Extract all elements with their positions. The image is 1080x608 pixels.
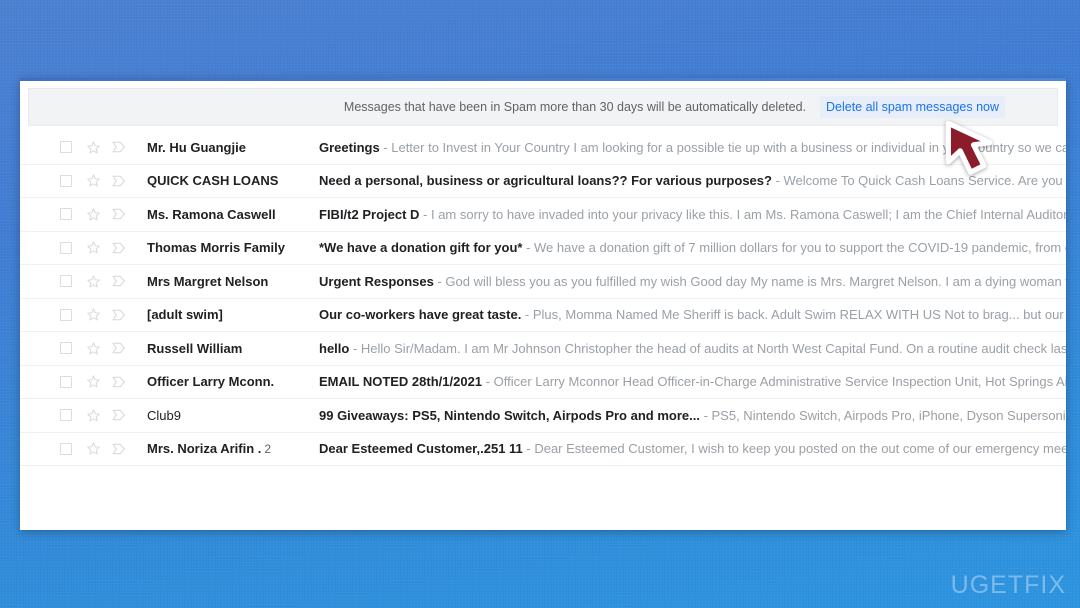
message-preview: Our co-workers have great taste. - Plus,…: [319, 307, 1066, 322]
message-preview: 99 Giveaways: PS5, Nintendo Switch, Airp…: [319, 408, 1066, 423]
message-row[interactable]: Club9 99 Giveaways: PS5, Nintendo Switch,…: [20, 399, 1066, 433]
important-marker-icon[interactable]: [108, 241, 130, 255]
checkbox-icon[interactable]: [56, 275, 76, 288]
message-row[interactable]: Officer Larry Mconn. EMAIL NOTED 28th/1/2…: [20, 365, 1066, 399]
checkbox-icon[interactable]: [56, 141, 76, 154]
mail-client-window: Messages that have been in Spam more tha…: [20, 78, 1066, 530]
star-icon[interactable]: [82, 408, 104, 423]
message-subject: hello: [319, 340, 350, 356]
star-icon[interactable]: [82, 207, 104, 222]
message-preview: Urgent Responses - God will bless you as…: [319, 274, 1066, 289]
message-row[interactable]: Mrs Margret Nelson Urgent Responses - God…: [20, 265, 1066, 299]
message-sender: Mr. Hu Guangjie: [147, 139, 246, 155]
ugetfix-watermark: UGETFIX: [950, 571, 1066, 599]
star-icon[interactable]: [82, 274, 104, 289]
message-row[interactable]: Ms. Ramona Caswell FIBI/t2 Project D - I …: [20, 198, 1066, 232]
spam-retention-banner: Messages that have been in Spam more tha…: [28, 88, 1058, 126]
important-marker-icon[interactable]: [108, 274, 130, 288]
message-sender: QUICK CASH LOANS: [147, 173, 279, 189]
important-marker-icon[interactable]: [108, 174, 130, 188]
delete-all-spam-link[interactable]: Delete all spam messages now: [820, 96, 1005, 118]
message-snippet: - PS5, Nintendo Switch, Airpods Pro, iPh…: [703, 407, 1066, 423]
message-preview: Need a personal, business or agricultura…: [319, 173, 1066, 188]
star-icon[interactable]: [82, 240, 104, 255]
important-marker-icon[interactable]: [108, 140, 130, 154]
message-sender: Mrs. Noriza Arifin .2: [147, 441, 272, 457]
message-sender: Mrs Margret Nelson: [147, 273, 269, 289]
star-icon[interactable]: [82, 173, 104, 188]
star-icon[interactable]: [82, 341, 104, 356]
star-icon[interactable]: [82, 140, 104, 155]
message-snippet: - Dear Esteemed Customer, I wish to keep…: [526, 441, 1066, 457]
message-snippet: - I am sorry to have invaded into your p…: [423, 206, 1066, 222]
message-snippet: - God will bless you as you fulfilled my…: [437, 273, 1066, 289]
important-marker-icon[interactable]: [108, 408, 130, 422]
message-subject: EMAIL NOTED 28th/1/2021: [319, 374, 483, 390]
message-snippet: - Plus, Momma Named Me Sheriff is back. …: [524, 307, 1066, 323]
message-row[interactable]: Mr. Hu Guangjie Greetings - Letter to Inv…: [20, 131, 1066, 165]
message-sender: Club9: [147, 407, 181, 423]
message-snippet: - Letter to Invest in Your Country I am …: [383, 139, 1066, 155]
checkbox-icon[interactable]: [56, 241, 76, 254]
checkbox-icon[interactable]: [56, 208, 76, 221]
message-row[interactable]: Russell William hello - Hello Sir/Madam. …: [20, 332, 1066, 366]
message-sender: Officer Larry Mconn.: [147, 374, 275, 390]
message-list: Mr. Hu Guangjie Greetings - Letter to Inv…: [20, 131, 1066, 466]
important-marker-icon[interactable]: [108, 442, 130, 456]
message-preview: hello - Hello Sir/Madam. I am Mr Johnson…: [319, 341, 1066, 356]
message-sender: [adult swim]: [147, 307, 223, 323]
message-sender: Thomas Morris Family: [147, 240, 285, 256]
important-marker-icon[interactable]: [108, 375, 130, 389]
checkbox-icon[interactable]: [56, 375, 76, 388]
message-row[interactable]: [adult swim] Our co-workers have great ta…: [20, 298, 1066, 332]
message-row[interactable]: Mrs. Noriza Arifin . 2 Dear Esteemed Custo…: [20, 432, 1066, 466]
thread-count: 2: [264, 442, 272, 457]
message-sender: Ms. Ramona Caswell: [147, 206, 276, 222]
checkbox-icon[interactable]: [56, 342, 76, 355]
message-snippet: - Hello Sir/Madam. I am Mr Johnson Chris…: [352, 340, 1066, 356]
message-subject: Need a personal, business or agricultura…: [319, 173, 772, 189]
message-snippet: - Welcome To Quick Cash Loans Service. A…: [775, 173, 1066, 189]
window-accent-bar: [20, 78, 1066, 81]
message-subject: Urgent Responses: [319, 273, 434, 289]
checkbox-icon[interactable]: [56, 308, 76, 321]
message-subject: Our co-workers have great taste.: [319, 307, 522, 323]
star-icon[interactable]: [82, 374, 104, 389]
message-snippet: - Officer Larry Mconnor Head Officer-in-…: [485, 374, 1066, 390]
spam-retention-notice: Messages that have been in Spam more tha…: [343, 100, 806, 114]
message-snippet: - We have a donation gift of 7 million d…: [526, 240, 1066, 256]
message-preview: Dear Esteemed Customer,.251 11 - Dear Es…: [319, 441, 1066, 456]
important-marker-icon[interactable]: [108, 341, 130, 355]
important-marker-icon[interactable]: [108, 207, 130, 221]
star-icon[interactable]: [82, 307, 104, 322]
message-preview: Greetings - Letter to Invest in Your Cou…: [319, 140, 1066, 155]
message-row[interactable]: QUICK CASH LOANS Need a personal, busines…: [20, 164, 1066, 198]
message-subject: FIBI/t2 Project D: [319, 206, 420, 222]
message-subject: 99 Giveaways: PS5, Nintendo Switch, Airp…: [319, 407, 700, 423]
message-row[interactable]: Thomas Morris Family *We have a donation …: [20, 231, 1066, 265]
message-sender: Russell William: [147, 340, 243, 356]
checkbox-icon[interactable]: [56, 442, 76, 455]
important-marker-icon[interactable]: [108, 308, 130, 322]
message-preview: EMAIL NOTED 28th/1/2021 - Officer Larry …: [319, 374, 1066, 389]
message-subject: *We have a donation gift for you*: [319, 240, 523, 256]
star-icon[interactable]: [82, 441, 104, 456]
checkbox-icon[interactable]: [56, 409, 76, 422]
message-subject: Greetings: [319, 139, 380, 155]
message-subject: Dear Esteemed Customer,.251 11: [319, 441, 523, 457]
message-preview: *We have a donation gift for you* - We h…: [319, 240, 1066, 255]
message-preview: FIBI/t2 Project D - I am sorry to have i…: [319, 207, 1066, 222]
checkbox-icon[interactable]: [56, 174, 76, 187]
